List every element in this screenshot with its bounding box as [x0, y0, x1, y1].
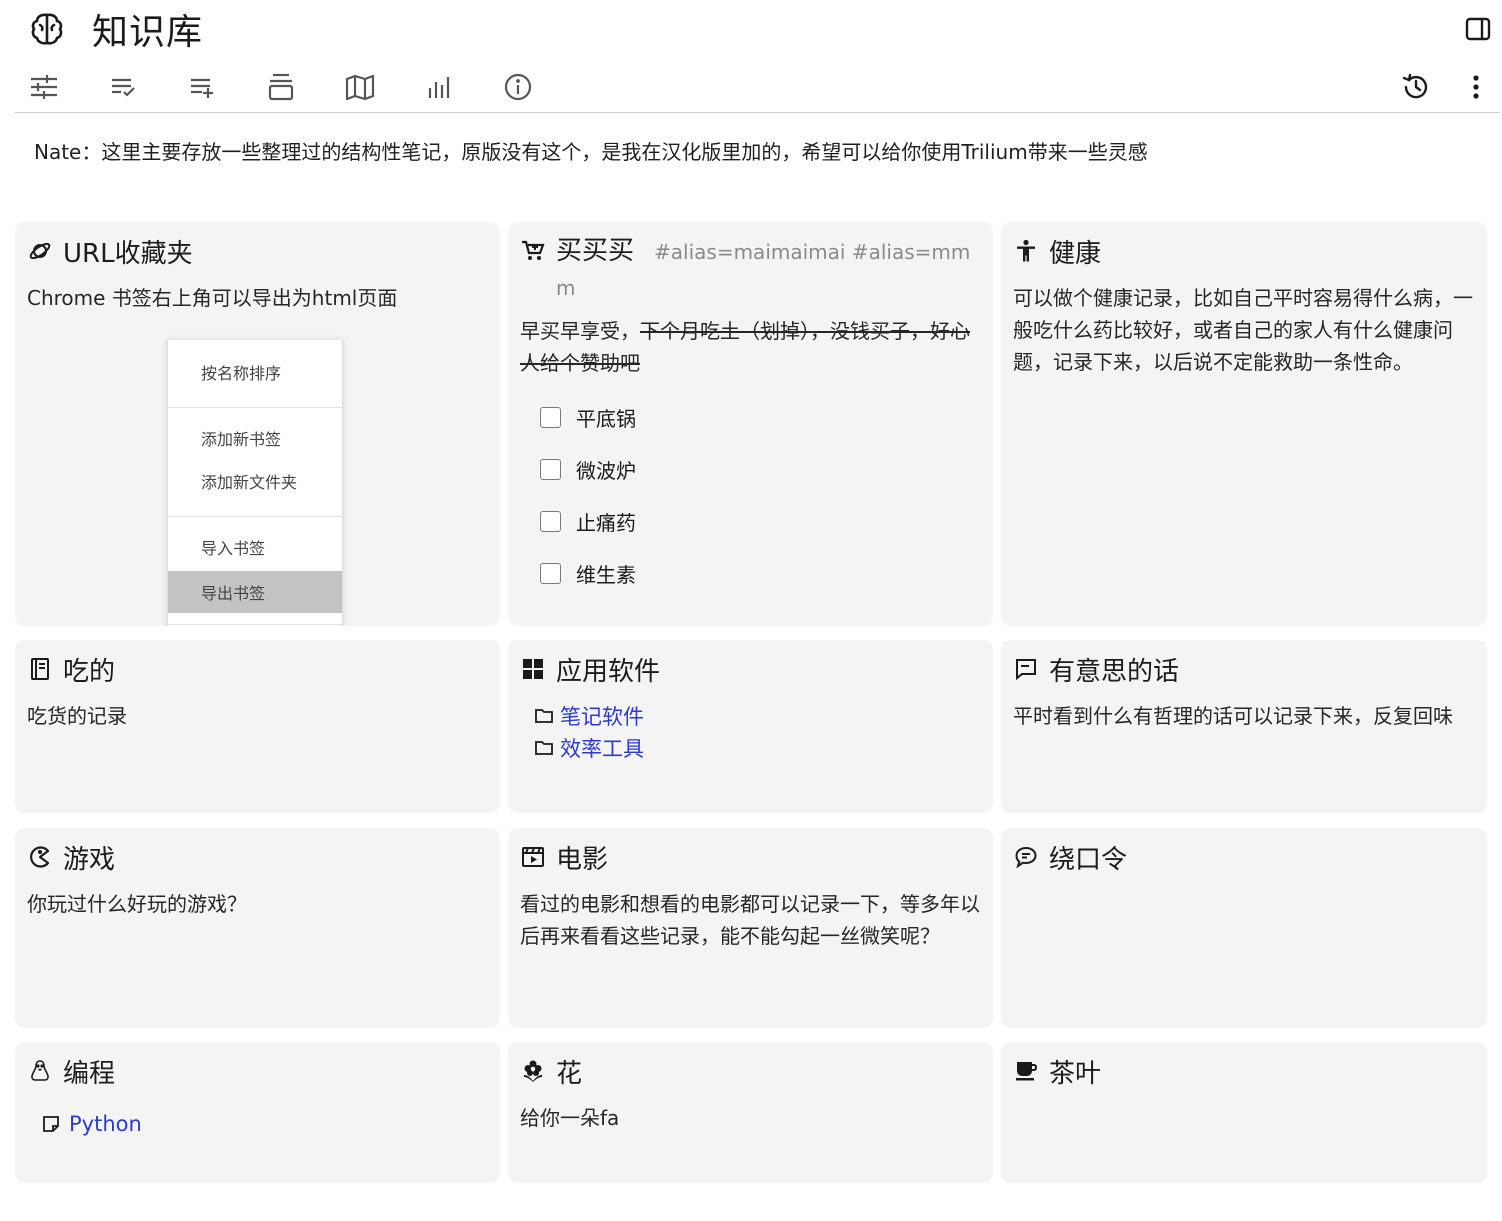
more-vertical-icon[interactable] — [1460, 70, 1492, 104]
history-icon[interactable] — [1400, 70, 1432, 104]
card-text: 可以做个健康记录，比如自己平时容易得什么病，一般吃什么药比较好，或者自己的家人有… — [1013, 286, 1473, 374]
child-note-list: Python — [41, 1108, 488, 1140]
checklist-item[interactable]: 维生素 — [540, 547, 981, 599]
menu-item-sort: 按名称排序 — [201, 364, 282, 383]
windows-icon — [520, 656, 546, 682]
toolbar — [28, 68, 581, 106]
child-note-link[interactable]: 笔记软件 — [560, 701, 644, 731]
child-note-item: 效率工具 — [534, 732, 981, 764]
chat-icon — [1013, 844, 1039, 870]
checklist-item[interactable]: 止痛药 — [540, 495, 981, 547]
child-note-item: 笔记软件 — [534, 700, 981, 732]
checklist-label: 平底锅 — [576, 406, 636, 431]
toolbar-right — [1372, 68, 1492, 106]
card-text: 给你一朵fa — [520, 1106, 620, 1130]
archive-icon[interactable] — [265, 70, 297, 104]
list-add-icon[interactable] — [186, 70, 218, 104]
card-food[interactable]: 吃的 吃货的记录 — [15, 640, 500, 813]
card-title: 绕口令 — [1049, 844, 1128, 875]
card-health[interactable]: 健康 可以做个健康记录，比如自己平时容易得什么病，一般吃什么药比较好，或者自己的… — [1001, 222, 1487, 626]
card-title: 花 — [556, 1058, 583, 1089]
card-programming[interactable]: 编程 Python — [15, 1042, 500, 1183]
flower-icon — [520, 1058, 546, 1084]
tux-icon — [27, 1058, 53, 1084]
child-note-link[interactable]: 效率工具 — [560, 733, 644, 763]
checklist-item[interactable]: 平底锅 — [540, 391, 981, 443]
card-title: 有意思的话 — [1049, 656, 1180, 687]
menu-item-add-bookmark: 添加新书签 — [201, 430, 282, 449]
card-title: 买买买 — [556, 236, 635, 266]
card-text: Chrome 书签右上角可以导出为html页面 — [27, 286, 398, 310]
notebook-icon — [27, 656, 53, 682]
checklist-label: 维生素 — [576, 562, 636, 587]
cart-icon — [520, 238, 546, 264]
card-tongue-twister[interactable]: 绕口令 — [1001, 828, 1487, 1028]
card-title: 茶叶 — [1049, 1058, 1102, 1089]
brain-icon — [28, 10, 66, 48]
card-title: 健康 — [1049, 238, 1102, 269]
card-url-favorites[interactable]: URL收藏夹 Chrome 书签右上角可以导出为html页面 按名称排序 添加新… — [15, 222, 500, 626]
checkbox[interactable] — [540, 562, 561, 584]
card-text: 看过的电影和想看的电影都可以记录一下，等多年以后再来看看这些记录，能不能勾起一丝… — [520, 892, 980, 948]
sliders-icon[interactable] — [28, 70, 60, 104]
card-games[interactable]: 游戏 你玩过什么好玩的游戏？ — [15, 828, 500, 1028]
intro-note: Nate：这里主要存放一些整理过的结构性笔记，原版没有这个，是我在汉化版里加的，… — [34, 140, 1148, 164]
child-note-item: Python — [41, 1108, 488, 1140]
card-tea[interactable]: 茶叶 — [1001, 1042, 1487, 1183]
card-text: 吃货的记录 — [27, 704, 127, 728]
info-icon[interactable] — [502, 70, 534, 104]
folder-icon — [534, 738, 554, 758]
bar-chart-icon[interactable] — [423, 70, 455, 104]
title-row: 知识库 — [28, 6, 204, 53]
card-text: 平时看到什么有哲理的话可以记录下来，反复回味 — [1013, 704, 1453, 728]
card-text: 早买早享受，下个月吃土（划掉），没钱买子，好心人给个赞助吧 — [520, 315, 981, 379]
list-check-icon[interactable] — [107, 70, 139, 104]
message-icon — [1013, 656, 1039, 682]
menu-separator — [168, 516, 342, 517]
menu-item-import: 导入书签 — [201, 539, 266, 558]
movie-icon — [520, 844, 546, 870]
pacman-icon — [27, 844, 53, 870]
checklist-item[interactable]: 微波炉 — [540, 443, 981, 495]
menu-item-export: 导出书签 — [168, 571, 342, 613]
page-title: 知识库 — [92, 12, 204, 53]
menu-separator — [168, 624, 342, 625]
bookmark-menu-screenshot: 按名称排序 添加新书签 添加新文件夹 导入书签 导出书签 — [167, 340, 343, 626]
checklist-label: 止痛药 — [576, 510, 636, 535]
card-movies[interactable]: 电影 看过的电影和想看的电影都可以记录一下，等多年以后再来看看这些记录，能不能勾… — [508, 828, 993, 1028]
checkbox[interactable] — [540, 458, 561, 480]
card-shopping[interactable]: 买买买 #alias=maimaimai #alias=mmm 早买早享受，下个月… — [508, 222, 993, 626]
card-text-plain: 早买早享受， — [520, 319, 640, 343]
folder-icon — [534, 706, 554, 726]
checkbox[interactable] — [540, 510, 561, 532]
menu-item-add-folder: 添加新文件夹 — [201, 473, 298, 492]
child-note-list: 笔记软件 效率工具 — [534, 700, 981, 764]
card-title: 应用软件 — [556, 656, 661, 687]
sidebar-toggle-icon[interactable] — [1464, 15, 1492, 43]
accessibility-icon — [1013, 238, 1039, 264]
card-text: 你玩过什么好玩的游戏？ — [27, 892, 247, 916]
toolbar-divider — [15, 112, 1500, 113]
checkbox[interactable] — [540, 406, 561, 428]
card-apps[interactable]: 应用软件 笔记软件 效率工具 — [508, 640, 993, 813]
card-title: 游戏 — [63, 844, 116, 875]
card-title: 电影 — [556, 844, 609, 875]
card-title: 编程 — [63, 1058, 116, 1089]
card-title: 吃的 — [63, 656, 116, 687]
card-flower[interactable]: 花 给你一朵fa — [508, 1042, 993, 1183]
card-quotes[interactable]: 有意思的话 平时看到什么有哲理的话可以记录下来，反复回味 — [1001, 640, 1487, 813]
map-icon[interactable] — [344, 70, 376, 104]
shopping-checklist: 平底锅 微波炉 止痛药 维生素 — [540, 391, 981, 599]
tea-cup-icon — [1013, 1058, 1039, 1084]
card-title: URL收藏夹 — [63, 238, 193, 269]
checklist-label: 微波炉 — [576, 458, 636, 483]
planet-icon — [27, 238, 53, 264]
child-note-link[interactable]: Python — [69, 1112, 142, 1136]
menu-separator — [168, 407, 342, 408]
note-icon — [41, 1114, 61, 1134]
